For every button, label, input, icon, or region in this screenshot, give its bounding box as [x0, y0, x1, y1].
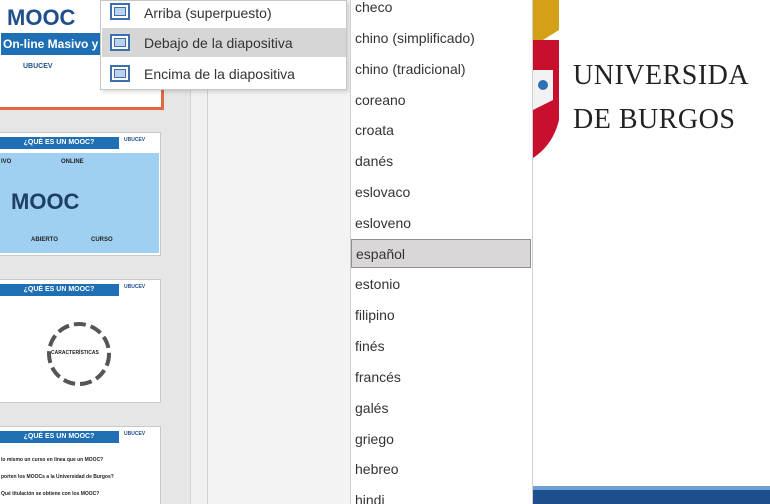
language-list[interactable]: checo chino (simplificado) chino (tradic… [350, 0, 533, 504]
language-option[interactable]: filipino [351, 301, 532, 330]
subtitle-position-menu: Arriba (superpuesto) Debajo de la diapos… [100, 0, 347, 90]
university-name-line2: DE BURGOS [573, 104, 736, 135]
slide1-title: MOOC [7, 5, 76, 30]
university-name-line1: UNIVERSIDA [573, 60, 750, 91]
language-option[interactable]: hindi [351, 486, 532, 504]
slide-header-title: ¿QUÉ ES UN MOOC? [0, 431, 119, 443]
slide-header: ¿QUÉ ES UN MOOC? UBUCEV [0, 133, 159, 151]
slide-header-title: ¿QUÉ ES UN MOOC? [0, 284, 119, 296]
slide2-diagram: IVO ONLINE MOOC ABIERTO CURSO [0, 153, 159, 253]
ubucev-logo: UBUCEV [23, 63, 53, 70]
slide2-word: ONLINE [61, 159, 84, 165]
ubucev-logo: UBUCEV [124, 284, 146, 290]
slide2-word: ABIERTO [31, 237, 58, 243]
language-option-selected[interactable]: español [351, 239, 531, 268]
language-option[interactable]: coreano [351, 86, 532, 115]
ubucev-logo: UBUCEV [124, 431, 146, 437]
language-option[interactable]: galés [351, 394, 532, 423]
menu-item-label: Debajo de la diapositiva [144, 34, 293, 51]
menu-item-label: Arriba (superpuesto) [144, 4, 272, 21]
language-option[interactable]: croata [351, 116, 532, 145]
language-option[interactable]: checo [351, 0, 532, 22]
slide3-center-label: CARACTERÍSTICAS [51, 350, 99, 356]
menu-item-above-overlay[interactable]: Arriba (superpuesto) [102, 0, 346, 27]
language-option[interactable]: griego [351, 425, 532, 454]
slide4-line: lo mismo un curso en línea que un MOOC? [1, 457, 104, 463]
slide-header: ¿QUÉ ES UN MOOC? UBUCEV [0, 280, 159, 298]
language-option[interactable]: hebreo [351, 455, 532, 484]
footer-bar [533, 490, 770, 504]
language-option[interactable]: eslovaco [351, 178, 532, 207]
slide4-line: Qué titulación se obtiene con los MOOC? [1, 491, 100, 497]
slide2-word: CURSO [91, 237, 113, 243]
slide4-line: porten los MOOCs a la Universidad de Bur… [1, 474, 114, 480]
language-option[interactable]: chino (simplificado) [351, 24, 532, 53]
slide-preview: UNIVERSIDA DE BURGOS [533, 0, 770, 504]
slide2-word: IVO [1, 159, 12, 165]
ubucev-logo: UBUCEV [124, 137, 146, 143]
university-crest-icon [533, 0, 559, 158]
slide-thumbnail-3[interactable]: ¿QUÉ ES UN MOOC? UBUCEV CARACTERÍSTICAS [0, 279, 161, 403]
language-option[interactable]: chino (tradicional) [351, 55, 532, 84]
menu-item-label: Encima de la diapositiva [144, 65, 295, 82]
overlay-top-icon [110, 3, 130, 20]
language-option[interactable]: estonio [351, 270, 532, 299]
below-slide-icon [110, 34, 130, 51]
above-slide-icon [110, 65, 130, 82]
language-option[interactable]: danés [351, 147, 532, 176]
language-option[interactable]: finés [351, 332, 532, 361]
language-option[interactable]: francés [351, 363, 532, 392]
slide-header: ¿QUÉ ES UN MOOC? UBUCEV [0, 427, 159, 445]
slide2-word: MOOC [11, 189, 80, 214]
language-option[interactable]: esloveno [351, 209, 532, 238]
slide-header-title: ¿QUÉ ES UN MOOC? [0, 137, 119, 149]
menu-item-above-slide[interactable]: Encima de la diapositiva [102, 59, 346, 88]
slide-thumbnail-4[interactable]: ¿QUÉ ES UN MOOC? UBUCEV lo mismo un curs… [0, 426, 161, 504]
menu-item-below-slide[interactable]: Debajo de la diapositiva [102, 28, 346, 57]
slide-thumbnail-2[interactable]: ¿QUÉ ES UN MOOC? UBUCEV IVO ONLINE MOOC … [0, 132, 161, 256]
app-window: MOOC On-line Masivo y A UBUCEV ¿QUÉ ES U… [0, 0, 770, 504]
